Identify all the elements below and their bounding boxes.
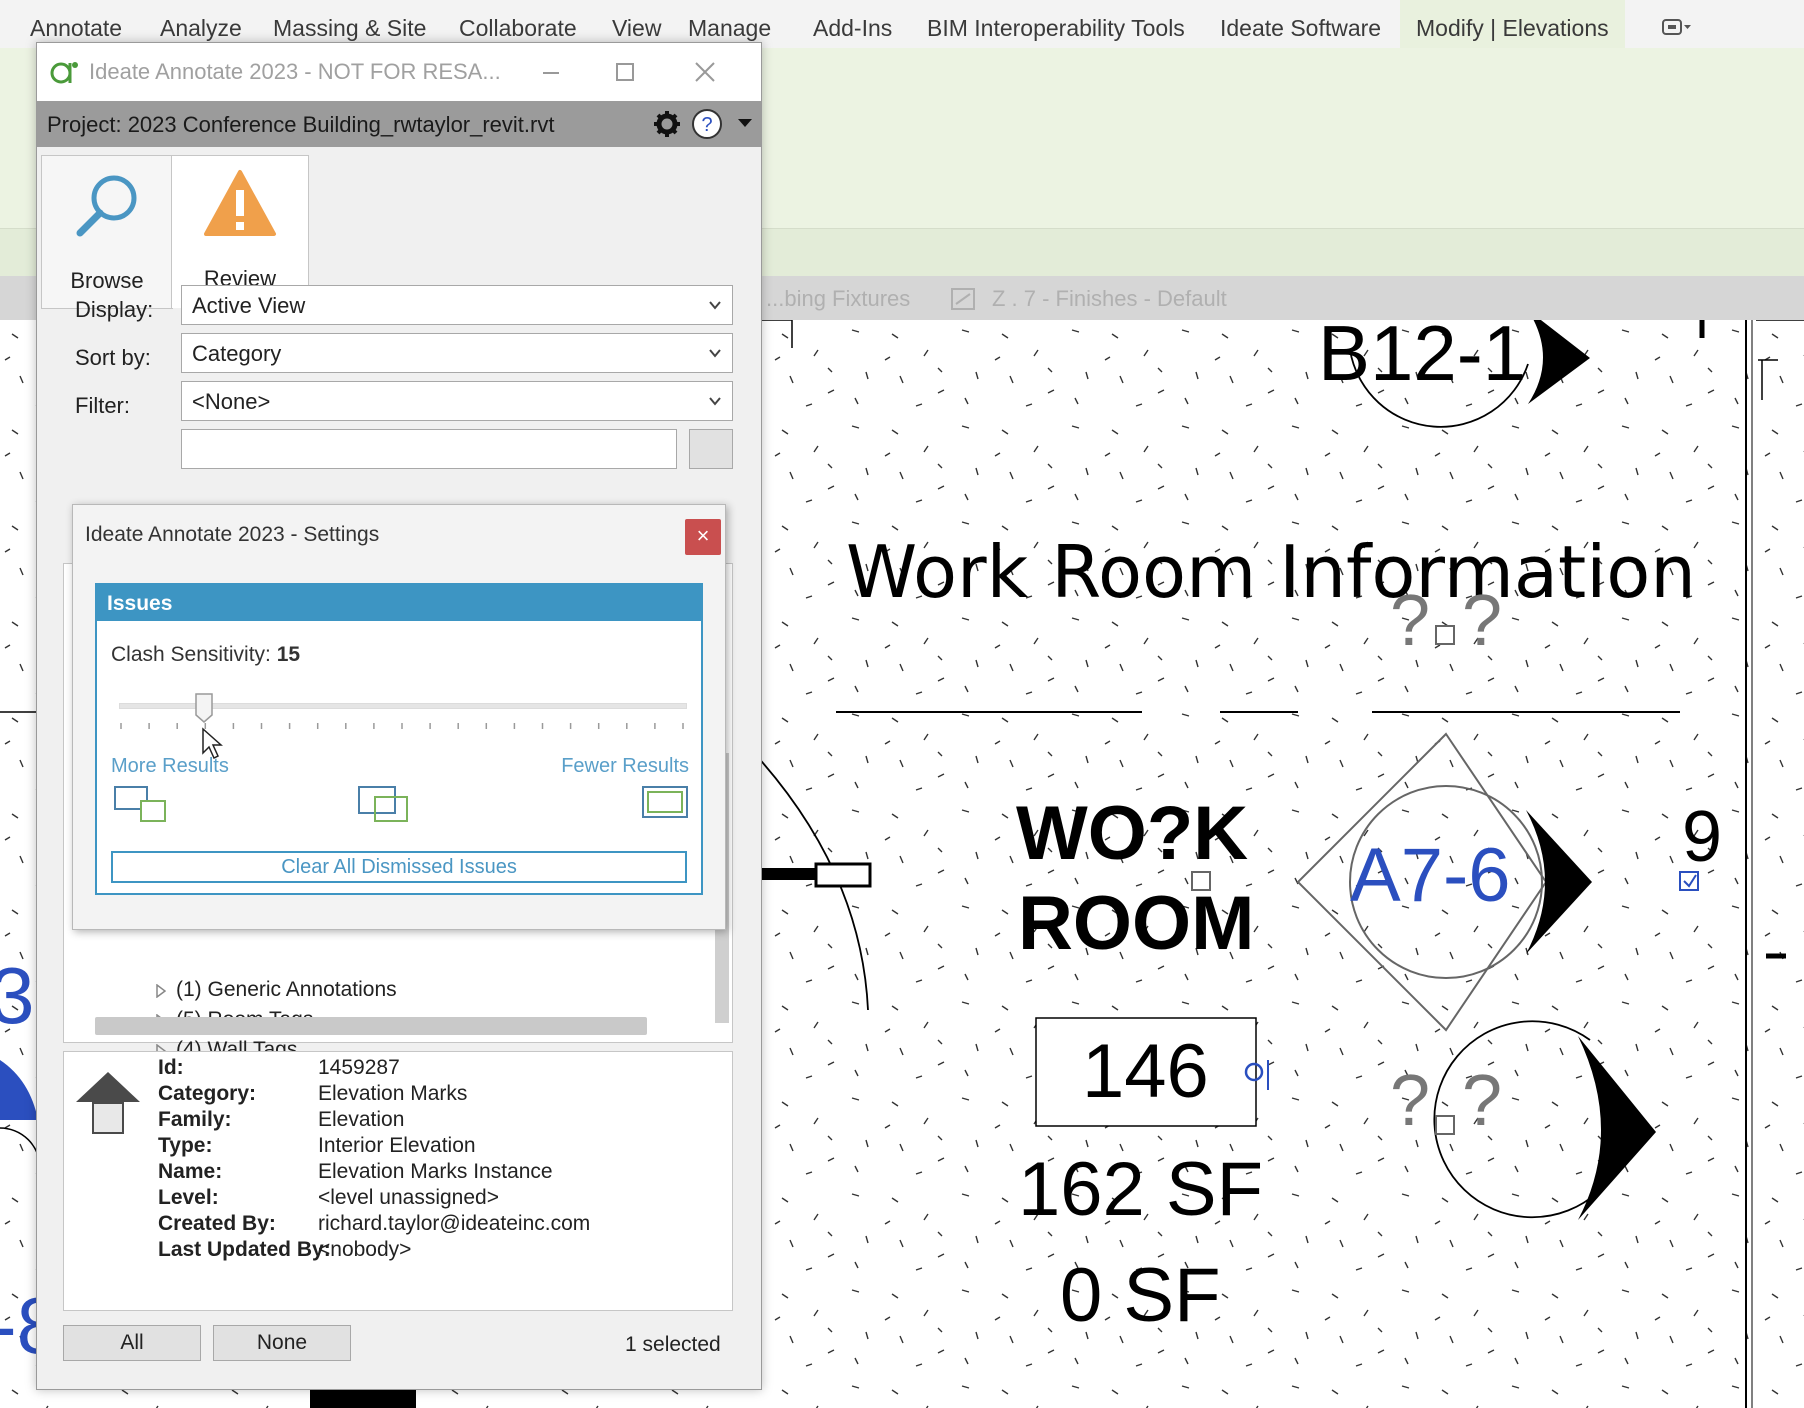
view-tab-plumbing-fixtures[interactable]: ...bing Fixtures [766,286,910,312]
clash-sensitivity-value: 15 [276,643,301,666]
window-title: Ideate Annotate 2023 - NOT FOR RESA... [89,59,501,84]
mouse-cursor-icon [202,727,223,760]
filter-label: Filter: [75,393,130,418]
room-area-2: 0 SF [1060,1253,1221,1338]
detail-family-value: Elevation [318,1108,405,1131]
warning-icon [204,170,276,236]
unknown-mark-3: ? [1390,1061,1431,1141]
work-room-information-title[interactable]: Work Room Information [846,530,1696,614]
issues-header-label: Issues [107,592,173,615]
select-all-button[interactable]: All [63,1325,201,1361]
window-titlebar[interactable]: Ideate Annotate 2023 - NOT FOR RESA... [37,43,761,101]
menu-modify-elevations[interactable]: Modify | Elevations [1400,0,1625,48]
issues-group: Issues Clash Sensitivity: 15 More Result… [95,583,703,895]
selection-count: 1 selected [625,1333,721,1356]
detail-created-by-value: richard.taylor@ideateinc.com [318,1212,591,1235]
sort-by-label: Sort by: [75,345,151,370]
menu-view[interactable]: View [612,0,661,48]
horizontal-scrollbar[interactable] [95,1017,647,1035]
search-field[interactable] [181,429,677,469]
unknown-mark-2: ? [1462,581,1503,661]
issues-header: Issues [97,585,701,621]
chevron-down-icon [709,397,721,406]
chevron-down-icon [709,349,721,358]
menu-collaborate[interactable]: Collaborate [459,0,577,48]
detail-type-value: Interior Elevation [318,1134,476,1157]
select-none-button[interactable]: None [213,1325,351,1361]
ideate-logo-icon [50,62,78,84]
svg-text:?: ? [701,114,712,136]
detail-category-value: Elevation Marks [318,1082,468,1105]
room-number[interactable]: 146 [1082,1028,1209,1115]
detail-family-label: Family: [158,1108,232,1131]
clear-dismissed-issues-button[interactable]: Clear All Dismissed Issues [111,851,687,883]
settings-dialog: Ideate Annotate 2023 - Settings × Issues… [72,504,726,930]
elevation-tag-b12-1[interactable]: B12-1 [1318,308,1526,399]
partial-tag-left-1: 3 [0,951,35,1040]
sort-by-dropdown[interactable]: Category [181,333,733,373]
project-bar: Project: 2023 Conference Building_rwtayl… [37,101,761,147]
element-details-panel: Id: 1459287 Category: Elevation Marks Fa… [63,1051,733,1311]
more-results-overlap-icon [114,786,166,822]
fewer-results-label: Fewer Results [561,755,689,777]
detail-id-value: 1459287 [318,1056,400,1079]
tab-browse-label: Browse [70,268,144,293]
room-area-1: 162 SF [1018,1147,1264,1232]
display-value: Active View [192,293,306,318]
elevation-tag-a7-6[interactable]: A7-6 [1350,832,1511,919]
settings-close-button[interactable]: × [685,519,721,555]
chevron-down-icon[interactable] [737,117,753,129]
clash-sensitivity-label: Clash Sensitivity: 15 [111,643,301,666]
chevron-down-icon [709,301,721,310]
detail-type-label: Type: [158,1134,213,1157]
menu-ideate-software[interactable]: Ideate Software [1220,0,1381,48]
detail-updated-by-label: Last Updated By: [158,1238,331,1261]
room-name-line-2[interactable]: ROOM [1018,880,1254,967]
detail-name-label: Name: [158,1160,223,1183]
detail-level-label: Level: [158,1186,219,1209]
slider-thumb[interactable] [195,693,213,723]
elevation-mark-icon [76,1072,140,1134]
detail-id-label: Id: [158,1056,184,1079]
minimize-button[interactable] [531,55,571,89]
menu-add-ins[interactable]: Add-Ins [813,0,892,48]
menu-analyze[interactable]: Analyze [160,0,242,48]
fewer-results-overlap-icon [642,786,688,818]
grid-number-9: 9 [1682,797,1723,877]
detail-updated-by-value: <nobody> [318,1238,412,1261]
help-icon[interactable]: ? [691,108,723,140]
detail-created-by-label: Created By: [158,1212,276,1235]
unknown-mark-1: ? [1390,581,1431,661]
display-label: Display: [75,297,154,322]
detail-category-label: Category: [158,1082,257,1105]
search-button[interactable] [689,429,733,469]
gear-icon[interactable] [653,110,681,138]
menu-annotate[interactable]: Annotate [30,0,122,48]
close-window-button[interactable] [685,55,725,89]
sort-by-value: Category [192,341,282,366]
filter-dropdown[interactable]: <None> [181,381,733,421]
menu-massing-site[interactable]: Massing & Site [273,0,426,48]
expand-arrow-icon[interactable] [156,984,166,998]
display-dropdown[interactable]: Active View [181,285,733,325]
unknown-mark-4: ? [1462,1061,1503,1141]
filter-value: <None> [192,389,271,414]
tab-browse[interactable]: Browse [41,155,173,309]
menu-bim-interoperability[interactable]: BIM Interoperability Tools [927,0,1185,48]
view-tab-icon [951,288,975,310]
tree-item-generic-annotations[interactable]: (1) Generic Annotations [176,978,397,1002]
project-name: Project: 2023 Conference Building_rwtayl… [47,112,555,137]
room-name-line-1[interactable]: WO?K [1016,790,1248,877]
detail-name-value: Elevation Marks Instance [318,1160,553,1183]
menu-manage[interactable]: Manage [688,0,771,48]
search-icon [76,175,137,237]
medium-results-overlap-icon [358,786,408,822]
quick-access-dropdown-icon[interactable] [1662,18,1692,36]
settings-title: Ideate Annotate 2023 - Settings [85,523,380,546]
view-tab-finishes[interactable]: Z . 7 - Finishes - Default [992,286,1227,312]
detail-level-value: <level unassigned> [318,1186,499,1209]
maximize-button[interactable] [605,55,645,89]
